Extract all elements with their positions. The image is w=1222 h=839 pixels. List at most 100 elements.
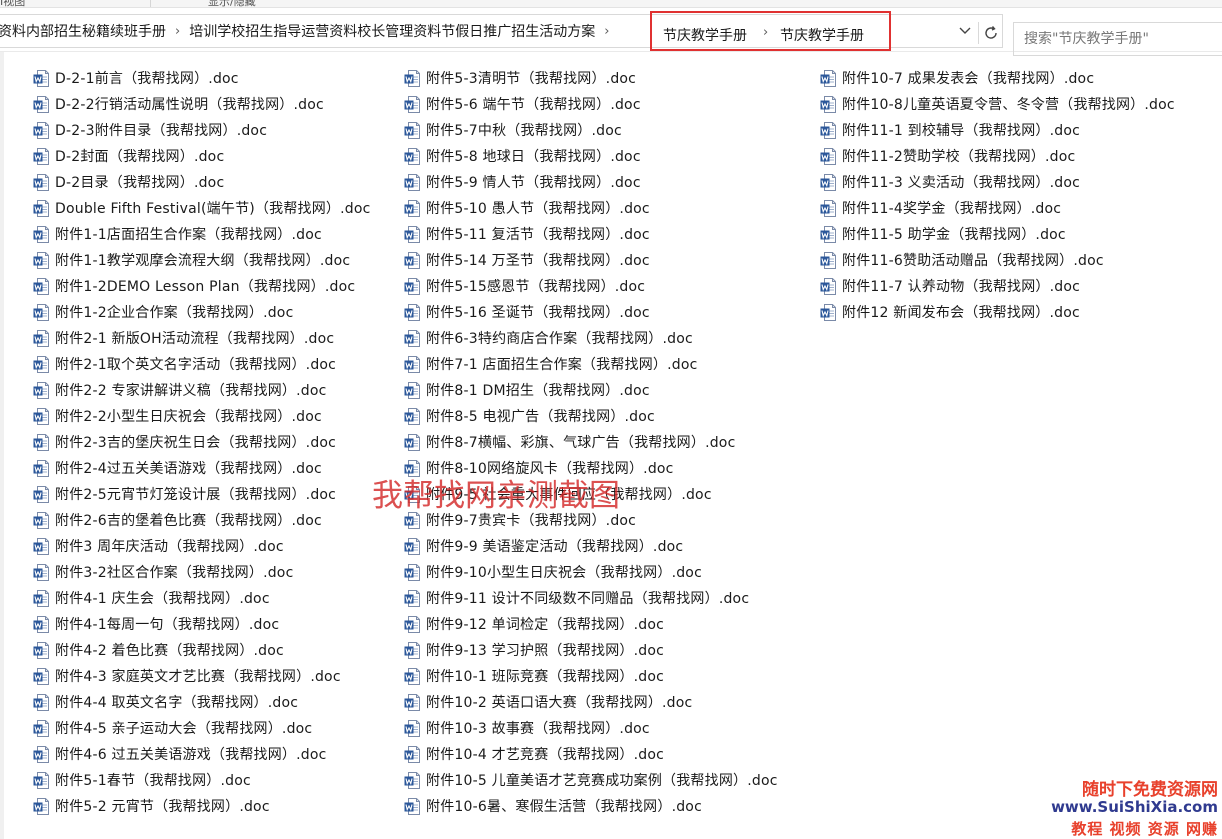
file-item[interactable]: D-2-2行销活动属性说明（我帮找网）.doc [33,91,371,117]
file-item[interactable]: 附件8-7横幅、彩旗、气球广告（我帮找网）.doc [404,429,778,455]
file-item[interactable]: 附件5-3清明节（我帮找网）.doc [404,65,778,91]
file-item[interactable]: 附件9-5 社会重大事件回应（我帮找网）.doc [404,481,778,507]
file-item[interactable]: 附件1-2企业合作案（我帮找网）.doc [33,299,371,325]
file-name: 附件9-13 学习护照（我帮找网）.doc [426,643,665,659]
file-item[interactable]: 附件11-5 助学金（我帮找网）.doc [820,221,1175,247]
refresh-icon[interactable] [978,22,1002,44]
file-item[interactable]: 附件5-8 地球日（我帮找网）.doc [404,143,778,169]
file-item[interactable]: 附件12 新闻发布会（我帮找网）.doc [820,299,1175,325]
word-document-icon [404,537,421,556]
word-document-icon [820,173,837,192]
file-item[interactable]: 附件9-9 美语鉴定活动（我帮找网）.doc [404,533,778,559]
file-item[interactable]: 附件10-3 故事赛（我帮找网）.doc [404,715,778,741]
file-item[interactable]: 附件2-3吉的堡庆祝生日会（我帮找网）.doc [33,429,371,455]
ribbon-fragment-show-hide[interactable]: 显示/隐藏 [208,0,256,7]
file-item[interactable]: 附件4-1每周一句（我帮找网）.doc [33,611,371,637]
breadcrumb-separator-icon[interactable]: › [599,24,614,39]
breadcrumb-item[interactable]: 节庆教学手册 [663,25,747,45]
word-document-icon [404,121,421,140]
file-item[interactable]: D-2封面（我帮找网）.doc [33,143,371,169]
breadcrumb-current-folder[interactable]: 节庆教学手册 [780,25,864,45]
file-item[interactable]: D-2-1前言（我帮找网）.doc [33,65,371,91]
file-name: Double Fifth Festival(端午节)（我帮找网）.doc [55,201,371,217]
breadcrumb-item[interactable]: 资料内部招生秘籍续班手册 [0,21,170,41]
file-name: 附件5-11 复活节（我帮找网）.doc [426,227,650,243]
ribbon-divider [150,0,151,7]
file-item[interactable]: 附件11-6赞助活动赠品（我帮找网）.doc [820,247,1175,273]
ribbon-strip: I视图 显示/隐藏 [0,0,1222,8]
word-document-icon [820,147,837,166]
file-item[interactable]: D-2目录（我帮找网）.doc [33,169,371,195]
file-item[interactable]: 附件2-1取个英文名字活动（我帮找网）.doc [33,351,371,377]
file-name: 附件4-3 家庭英文才艺比赛（我帮找网）.doc [55,669,341,685]
file-item[interactable]: 附件6-3特约商店合作案（我帮找网）.doc [404,325,778,351]
file-item[interactable]: 附件9-12 单词检定（我帮找网）.doc [404,611,778,637]
file-item[interactable]: 附件11-4奖学金（我帮找网）.doc [820,195,1175,221]
search-input[interactable] [1024,31,1214,47]
file-name: 附件1-1店面招生合作案（我帮找网）.doc [55,227,322,243]
file-name: 附件4-1每周一句（我帮找网）.doc [55,617,280,633]
file-item[interactable]: 附件5-15感恩节（我帮找网）.doc [404,273,778,299]
file-item[interactable]: 附件5-6 端午节（我帮找网）.doc [404,91,778,117]
file-item[interactable]: 附件2-1 新版OH活动流程（我帮找网）.doc [33,325,371,351]
file-item[interactable]: 附件8-5 电视广告（我帮找网）.doc [404,403,778,429]
file-item[interactable]: Double Fifth Festival(端午节)（我帮找网）.doc [33,195,371,221]
file-item[interactable]: 附件2-6吉的堡着色比赛（我帮找网）.doc [33,507,371,533]
file-item[interactable]: 附件11-3 义卖活动（我帮找网）.doc [820,169,1175,195]
file-item[interactable]: 附件10-8儿童英语夏令营、冬令营（我帮找网）.doc [820,91,1175,117]
file-item[interactable]: 附件5-11 复活节（我帮找网）.doc [404,221,778,247]
file-column: 附件10-7 成果发表会（我帮找网）.doc 附件10-8儿童英语夏令营、冬令营（… [820,65,1175,325]
file-item[interactable]: 附件3-2社区合作案（我帮找网）.doc [33,559,371,585]
file-item[interactable]: 附件5-7中秋（我帮找网）.doc [404,117,778,143]
file-item[interactable]: 附件7-1 店面招生合作案（我帮找网）.doc [404,351,778,377]
file-item[interactable]: 附件1-1教学观摩会流程大纲（我帮找网）.doc [33,247,371,273]
file-item[interactable]: 附件11-7 认养动物（我帮找网）.doc [820,273,1175,299]
file-item[interactable]: 附件2-5元宵节灯笼设计展（我帮找网）.doc [33,481,371,507]
file-item[interactable]: 附件10-1 班际竞赛（我帮找网）.doc [404,663,778,689]
file-item[interactable]: 附件4-3 家庭英文才艺比赛（我帮找网）.doc [33,663,371,689]
file-item[interactable]: 附件11-2赞助学校（我帮找网）.doc [820,143,1175,169]
file-item[interactable]: 附件9-10小型生日庆祝会（我帮找网）.doc [404,559,778,585]
file-item[interactable]: 附件4-2 着色比赛（我帮找网）.doc [33,637,371,663]
word-document-icon [33,173,50,192]
breadcrumb-separator-icon[interactable]: › [170,24,185,39]
file-item[interactable]: 附件5-1春节（我帮找网）.doc [33,767,371,793]
word-document-icon [404,69,421,88]
file-item[interactable]: 附件9-11 设计不同级数不同赠品（我帮找网）.doc [404,585,778,611]
file-item[interactable]: 附件8-10网络旋风卡（我帮找网）.doc [404,455,778,481]
file-name: 附件1-2DEMO Lesson Plan（我帮找网）.doc [55,279,356,295]
file-name: 附件2-3吉的堡庆祝生日会（我帮找网）.doc [55,435,337,451]
file-item[interactable]: 附件3 周年庆活动（我帮找网）.doc [33,533,371,559]
file-item[interactable]: 附件4-4 取英文名字（我帮找网）.doc [33,689,371,715]
file-item[interactable]: 附件8-1 DM招生（我帮找网）.doc [404,377,778,403]
file-item[interactable]: 附件2-2小型生日庆祝会（我帮找网）.doc [33,403,371,429]
file-item[interactable]: 附件5-9 情人节（我帮找网）.doc [404,169,778,195]
file-item[interactable]: 附件4-1 庆生会（我帮找网）.doc [33,585,371,611]
ribbon-fragment-left: I视图 [0,0,26,8]
file-item[interactable]: 附件4-6 过五关美语游戏（我帮找网）.doc [33,741,371,767]
file-item[interactable]: 附件10-5 儿童美语才艺竞赛成功案例（我帮找网）.doc [404,767,778,793]
search-box[interactable] [1013,22,1222,56]
file-item[interactable]: 附件5-16 圣诞节（我帮找网）.doc [404,299,778,325]
file-item[interactable]: 附件9-7贵宾卡（我帮找网）.doc [404,507,778,533]
breadcrumb-separator-icon[interactable]: › [763,25,768,40]
file-item[interactable]: 附件10-4 才艺竞赛（我帮找网）.doc [404,741,778,767]
breadcrumb-item[interactable]: 培训学校招生指导运营资料校长管理资料节假日推广招生活动方案 [185,21,599,41]
chevron-down-icon[interactable] [955,23,975,43]
file-item[interactable]: D-2-3附件目录（我帮找网）.doc [33,117,371,143]
file-item[interactable]: 附件5-2 元宵节（我帮找网）.doc [33,793,371,819]
file-item[interactable]: 附件10-7 成果发表会（我帮找网）.doc [820,65,1175,91]
file-item[interactable]: 附件1-1店面招生合作案（我帮找网）.doc [33,221,371,247]
file-item[interactable]: 附件10-6暑、寒假生活营（我帮找网）.doc [404,793,778,819]
file-item[interactable]: 附件9-13 学习护照（我帮找网）.doc [404,637,778,663]
file-item[interactable]: 附件11-1 到校辅导（我帮找网）.doc [820,117,1175,143]
file-item[interactable]: 附件2-4过五关美语游戏（我帮找网）.doc [33,455,371,481]
file-item[interactable]: 附件2-2 专家讲解讲义稿（我帮找网）.doc [33,377,371,403]
file-name: 附件10-7 成果发表会（我帮找网）.doc [842,71,1095,87]
file-item[interactable]: 附件4-5 亲子运动大会（我帮找网）.doc [33,715,371,741]
file-item[interactable]: 附件10-2 英语口语大赛（我帮找网）.doc [404,689,778,715]
file-item[interactable]: 附件1-2DEMO Lesson Plan（我帮找网）.doc [33,273,371,299]
file-item[interactable]: 附件5-14 万圣节（我帮找网）.doc [404,247,778,273]
word-document-icon [404,589,421,608]
file-item[interactable]: 附件5-10 愚人节（我帮找网）.doc [404,195,778,221]
